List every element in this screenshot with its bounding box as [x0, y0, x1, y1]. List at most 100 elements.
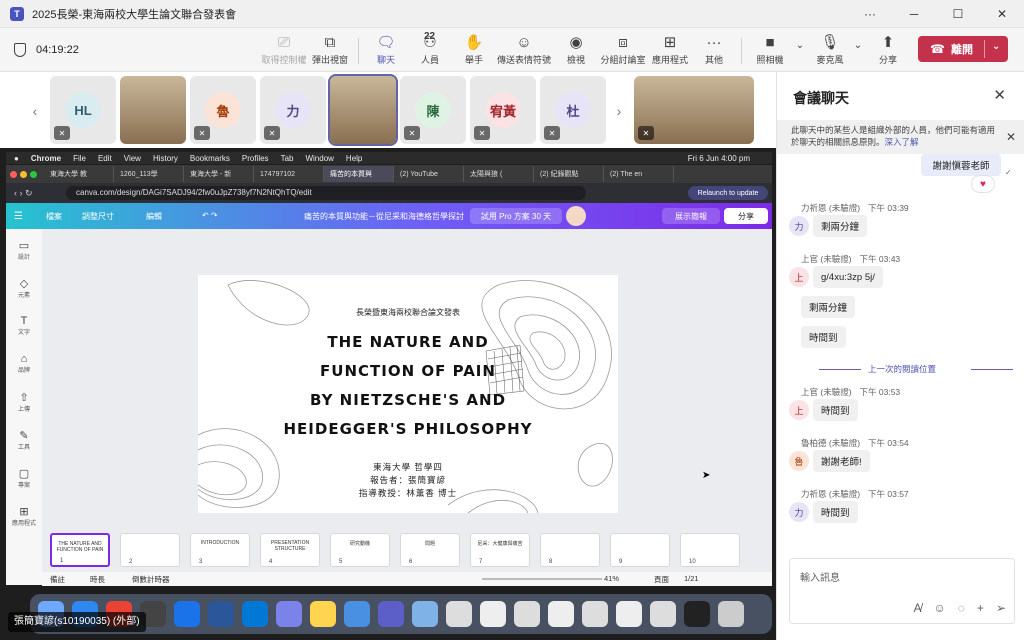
- mac-menu-item[interactable]: Profiles: [242, 154, 269, 163]
- chevron-left-icon[interactable]: ‹: [24, 80, 46, 142]
- canva-left-item[interactable]: ⇧ 上傳: [6, 391, 42, 413]
- plus-icon[interactable]: +: [977, 601, 984, 615]
- mac-menu-item[interactable]: File: [73, 154, 86, 163]
- send-icon[interactable]: ➢: [996, 601, 1006, 615]
- slide-thumbnail[interactable]: 研究動機 5: [330, 533, 390, 567]
- mac-menu-item[interactable]: Help: [346, 154, 362, 163]
- avatar[interactable]: 魯: [789, 451, 809, 471]
- dock-app-icon[interactable]: [446, 601, 472, 627]
- slide[interactable]: 長榮暨東海兩校聯合論文發表 THE NATURE AND FUNCTION OF…: [198, 275, 618, 513]
- raise-hand-button[interactable]: ✋ 舉手: [448, 33, 500, 66]
- dock-app-icon[interactable]: [174, 601, 200, 627]
- reactions-button[interactable]: ☺ 傳送表情符號: [497, 33, 551, 66]
- leave-button[interactable]: ☎ 離開 ⌄: [918, 36, 1008, 62]
- dock-app-icon[interactable]: [650, 601, 676, 627]
- take-control-button[interactable]: ⎚ 取得控制權: [258, 33, 310, 66]
- browser-tab[interactable]: (2) The en: [604, 166, 674, 182]
- participant-tile[interactable]: 宥黃 ✕: [470, 76, 536, 144]
- browser-tab[interactable]: 痛苦的本質與: [324, 166, 394, 182]
- resize-button[interactable]: 調整尺寸: [82, 211, 114, 222]
- loop-icon[interactable]: ◌: [958, 601, 965, 615]
- menu-icon[interactable]: ☰: [14, 211, 23, 222]
- slide-thumbnail[interactable]: 尼采：大健康與痛苦 7: [470, 533, 530, 567]
- chevron-down-icon[interactable]: ⌄: [992, 41, 1000, 52]
- dock-app-icon[interactable]: [378, 601, 404, 627]
- canva-left-item[interactable]: T 文字: [6, 315, 42, 336]
- avatar[interactable]: 力: [789, 502, 809, 522]
- dock-app-icon[interactable]: [344, 601, 370, 627]
- browser-tab[interactable]: (2) 紀錄觀點: [534, 166, 604, 182]
- dock-app-icon[interactable]: [242, 601, 268, 627]
- dock-app-icon[interactable]: [276, 601, 302, 627]
- apple-icon[interactable]: ●: [14, 154, 19, 163]
- browser-tab[interactable]: 太陽與狼 (: [464, 166, 534, 182]
- avatar[interactable]: [566, 206, 586, 226]
- canva-left-item[interactable]: ▢ 專案: [6, 467, 42, 489]
- participant-tile[interactable]: [328, 74, 398, 146]
- dock-app-icon[interactable]: [548, 601, 574, 627]
- mac-menu-item[interactable]: Tab: [281, 154, 294, 163]
- close-icon[interactable]: ✕: [993, 86, 1006, 104]
- avatar[interactable]: 上: [789, 400, 809, 420]
- shared-screen[interactable]: ● Chrome File Edit View History Bookmarks Profi…: [0, 148, 776, 640]
- share-button[interactable]: ⬆ 分享: [862, 33, 914, 66]
- format-icon[interactable]: A̸: [914, 601, 922, 615]
- canvas-area[interactable]: 長榮暨東海兩校聯合論文發表 THE NATURE AND FUNCTION OF…: [42, 229, 772, 530]
- countdown-timer-button[interactable]: 倒數計時器: [132, 574, 170, 585]
- dock-app-icon[interactable]: [480, 601, 506, 627]
- browser-tab[interactable]: 174797102: [254, 166, 324, 182]
- slide-thumbnail[interactable]: 問題 6: [400, 533, 460, 567]
- participant-tile[interactable]: HL ✕: [50, 76, 116, 144]
- avatar[interactable]: 力: [789, 216, 809, 236]
- participant-tile[interactable]: [120, 76, 186, 144]
- slide-thumbnail[interactable]: THE NATURE AND FUNCTION OF PAIN 1: [50, 533, 110, 567]
- more-button[interactable]: ··· 其他: [688, 33, 740, 66]
- message-bubble[interactable]: g/4xu:3zp 5j/: [813, 266, 883, 288]
- minimize-button[interactable]: ─: [892, 0, 936, 28]
- participant-tile[interactable]: 杜 ✕: [540, 76, 606, 144]
- browser-tab[interactable]: (2) YouTube: [394, 166, 464, 182]
- mac-menu-item[interactable]: View: [124, 154, 141, 163]
- present-button[interactable]: 展示簡報: [662, 208, 720, 224]
- mac-menu-item[interactable]: Chrome: [31, 154, 61, 163]
- url-field[interactable]: canva.com/design/DAGi7SADJ94/2fw0uJpZ738…: [66, 186, 586, 200]
- breakout-rooms-button[interactable]: ⧈ 分組討論室: [597, 33, 649, 66]
- heart-reaction-icon[interactable]: ♥: [971, 175, 995, 193]
- browser-tab[interactable]: 東海大學 教: [44, 166, 114, 182]
- dismiss-notice-icon[interactable]: ✕: [1006, 130, 1016, 144]
- edit-menu[interactable]: 編輯: [146, 211, 162, 222]
- message-bubble[interactable]: 時間到: [813, 399, 858, 421]
- undo-redo-icons[interactable]: ↶ ↷: [202, 211, 218, 220]
- avatar[interactable]: 上: [789, 267, 809, 287]
- participant-video-tile[interactable]: ✕: [634, 76, 754, 144]
- dock-app-icon[interactable]: [718, 601, 744, 627]
- compose-box[interactable]: 輸入訊息 A̸ ☺ ◌ + ➢: [789, 558, 1015, 624]
- document-title[interactable]: 痛苦的本質與功能－從尼采和海德格哲學探討: [304, 211, 464, 222]
- canva-left-item[interactable]: ◇ 元素: [6, 277, 42, 299]
- dock-app-icon[interactable]: [208, 601, 234, 627]
- file-menu[interactable]: 檔案: [46, 211, 62, 222]
- dock-app-icon[interactable]: [514, 601, 540, 627]
- notes-button[interactable]: 備註: [50, 574, 65, 585]
- mac-menu-item[interactable]: Bookmarks: [190, 154, 230, 163]
- chevron-right-icon[interactable]: ›: [608, 80, 630, 142]
- view-button[interactable]: ◉ 檢視: [550, 33, 602, 66]
- mac-menu-item[interactable]: Window: [305, 154, 333, 163]
- slide-thumbnail[interactable]: 2: [120, 533, 180, 567]
- browser-tab[interactable]: 1260_113學: [114, 166, 184, 182]
- message-bubble[interactable]: 時間到: [813, 501, 858, 523]
- relaunch-button[interactable]: Relaunch to update: [688, 186, 768, 200]
- slide-thumbnail[interactable]: PRESENTATION STRUCTURE 4: [260, 533, 320, 567]
- pro-trial-button[interactable]: 試用 Pro 方案 30 天: [470, 208, 562, 224]
- canva-left-item[interactable]: ⌂ 品牌: [6, 353, 42, 374]
- slide-thumbnail[interactable]: 10: [680, 533, 740, 567]
- browser-tab[interactable]: 東海大學 - 新: [184, 166, 254, 182]
- my-message[interactable]: 謝謝愼蓉老師: [921, 154, 1001, 176]
- popout-button[interactable]: ⧉ 彈出視窗: [304, 33, 356, 66]
- zoom-slider[interactable]: [482, 578, 602, 580]
- slide-thumbnail[interactable]: 8: [540, 533, 600, 567]
- close-window-button[interactable]: ✕: [980, 0, 1024, 28]
- participant-tile[interactable]: 陳 ✕: [400, 76, 466, 144]
- canva-left-item[interactable]: ✎ 工具: [6, 429, 42, 451]
- emoji-icon[interactable]: ☺: [934, 601, 946, 615]
